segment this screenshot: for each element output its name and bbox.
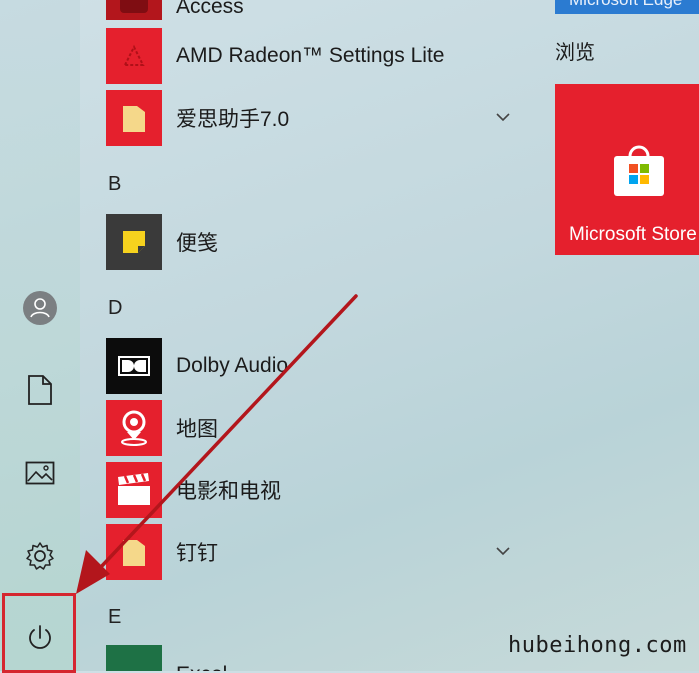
folder-icon [106,90,162,146]
microsoft-store-label: Microsoft Store [569,224,697,245]
app-item-excel[interactable]: Excel [106,645,526,671]
app-item-label: 爱思助手7.0 [176,108,290,131]
gear-icon [26,542,54,570]
user-avatar-icon [23,291,57,325]
app-item-dingtalk-folder[interactable]: 钉钉 [106,524,526,580]
folder-icon [106,524,162,580]
chevron-down-icon[interactable] [494,542,512,560]
app-item-label: AMD Radeon™ Settings Lite [176,44,445,67]
tile-group-label[interactable]: 浏览 [555,36,595,65]
access-app-icon [106,0,162,20]
app-item-aisi-folder[interactable]: 爱思助手7.0 [106,90,526,146]
maps-pin-icon [106,400,162,456]
microsoft-store-tile[interactable]: Microsoft Store [555,84,699,255]
dolby-icon [106,338,162,394]
app-item-amd-radeon[interactable]: AMD Radeon™ Settings Lite [106,28,526,84]
pinned-tiles: Microsoft Edge 浏览 Microsoft Store [555,0,699,671]
app-item-label: Excel [176,663,227,671]
user-account-button[interactable] [0,280,80,336]
edge-tile[interactable]: Microsoft Edge [555,0,699,14]
excel-icon [106,645,162,671]
settings-button[interactable] [0,528,80,584]
letter-header-e[interactable]: E [108,606,121,629]
pictures-icon [25,461,55,485]
chevron-down-icon[interactable] [494,108,512,126]
app-list: Access AMD Radeon™ Settings Lite 爱思助手7.0… [106,0,526,671]
edge-tile-label: Microsoft Edge [569,0,682,10]
app-item-label: 便笺 [176,232,218,255]
documents-button[interactable] [0,362,80,418]
amd-radeon-icon [106,28,162,84]
document-icon [28,375,52,405]
store-bag-icon [614,145,664,196]
letter-header-d[interactable]: D [108,297,122,320]
app-item-label: Access [176,0,244,18]
sticky-notes-icon [106,214,162,270]
clapperboard-icon [106,462,162,518]
app-item-label: 地图 [176,418,218,441]
watermark-text: hubeihong.com [508,633,687,658]
app-item-movies-tv[interactable]: 电影和电视 [106,462,526,518]
app-item-dolby-audio[interactable]: Dolby Audio [106,338,526,394]
app-item-label: 钉钉 [176,542,218,565]
power-button-highlight [2,593,76,673]
start-left-rail [0,0,80,673]
letter-header-b[interactable]: B [108,173,121,196]
app-item-label: Dolby Audio [176,354,289,377]
app-item-maps[interactable]: 地图 [106,400,526,456]
app-item-label: 电影和电视 [176,480,281,503]
pictures-button[interactable] [0,445,80,501]
app-item-access[interactable]: Access [106,0,526,20]
app-item-sticky-notes[interactable]: 便笺 [106,214,526,270]
